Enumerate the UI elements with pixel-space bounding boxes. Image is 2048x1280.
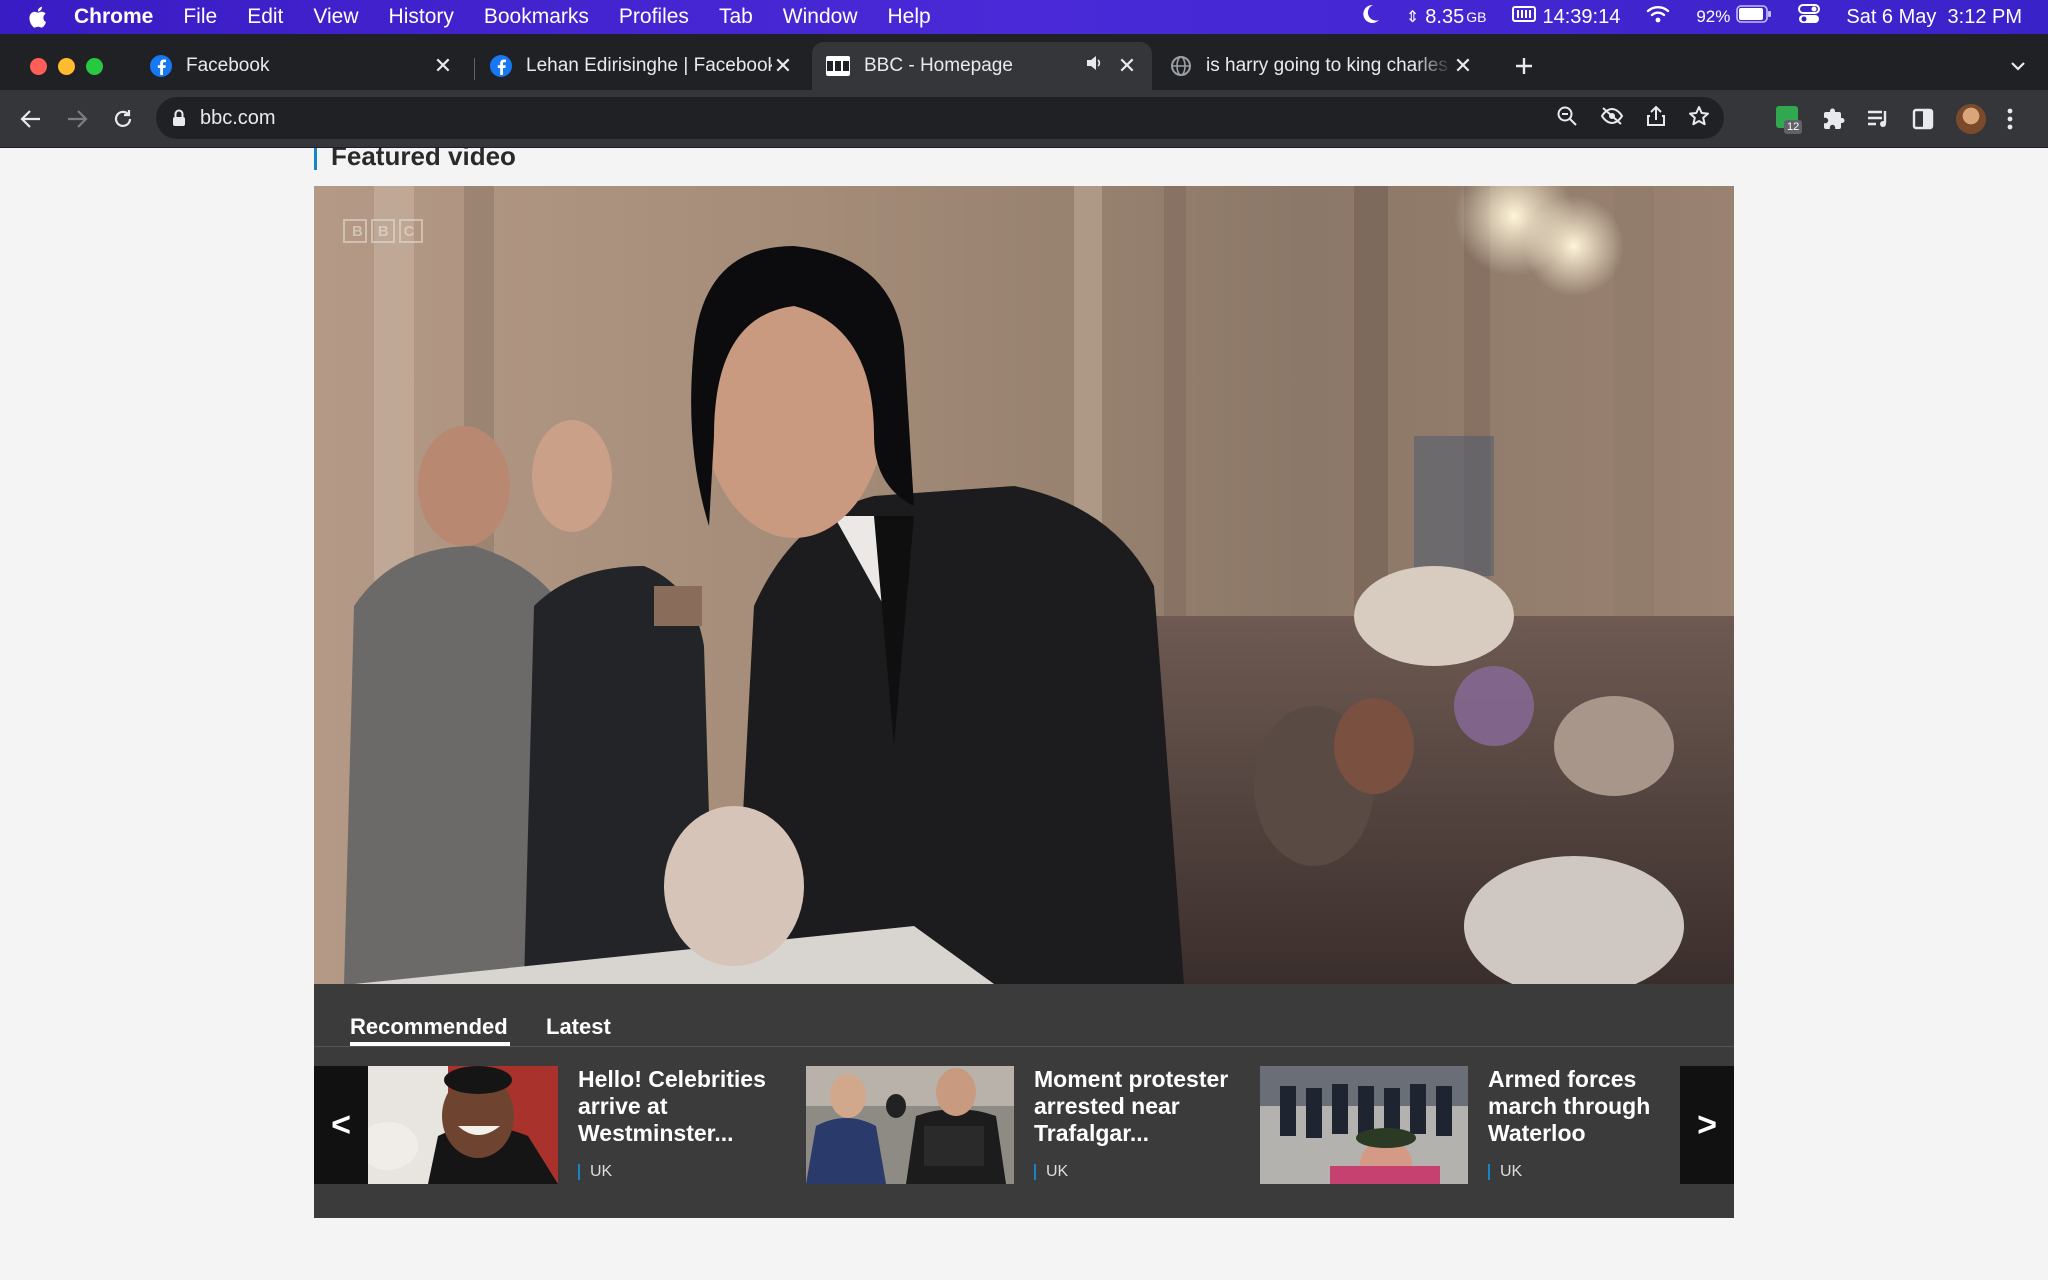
avatar[interactable] [1956,104,1986,134]
battery-icon [1736,5,1772,29]
reload-button[interactable] [104,100,142,138]
tab-title: Lehan Edirisinghe | Facebook [526,55,772,76]
card-thumbnail[interactable] [806,1066,1014,1184]
card-title[interactable]: Armed forces march through Waterloo [1488,1066,1688,1147]
extension-green-icon[interactable]: 12 [1776,106,1803,134]
card-title[interactable]: Moment protester arrested near Trafalgar… [1034,1066,1234,1147]
menu-view[interactable]: View [313,5,358,29]
chrome-tab-strip: Facebook ✕ Lehan Edirisinghe | Facebook … [0,34,2048,90]
tab-bbc-homepage[interactable]: BBC - Homepage ✕ [812,42,1152,90]
close-tab-icon[interactable]: ✕ [432,53,454,79]
bbc-page: Featured video BBC Recommended Latest < … [0,148,2048,1280]
minimize-window-button[interactable] [58,58,75,75]
menu-edit[interactable]: Edit [247,5,283,29]
cpu-stat[interactable]: 14:39:14 [1512,5,1620,29]
battery-stat[interactable]: 92% [1696,5,1772,29]
menu-history[interactable]: History [389,5,454,29]
apple-menu-icon[interactable] [0,5,74,29]
tab-title: Facebook [186,55,270,76]
speaker-icon[interactable] [1086,55,1104,77]
facebook-icon [490,55,512,77]
media-queue-icon[interactable] [1866,108,1890,135]
close-window-button[interactable] [30,58,47,75]
video-watermark: BBC [344,220,422,242]
lock-icon[interactable] [172,109,186,127]
card-thumbnail[interactable] [368,1066,558,1184]
share-icon[interactable] [1646,105,1666,132]
chevron-right-icon: > [1697,1105,1717,1144]
new-tab-button[interactable] [1508,50,1540,82]
moon-icon[interactable] [1360,3,1380,31]
control-center-icon[interactable] [1798,4,1821,30]
tab-lehan-facebook[interactable]: Lehan Edirisinghe | Facebook ✕ [476,42,808,90]
card-tag[interactable]: UK [1488,1164,1522,1180]
tab-recommended[interactable]: Recommended [350,1014,508,1040]
close-tab-icon[interactable]: ✕ [1116,53,1138,79]
wifi-icon[interactable] [1646,5,1670,29]
close-tab-icon[interactable]: ✕ [1452,53,1474,79]
tab-latest[interactable]: Latest [546,1014,611,1040]
bbc-icon [826,56,850,76]
tab-divider [474,58,475,80]
menubar-datetime[interactable]: Sat 6 May 3:12 PM [1846,6,2022,29]
card-thumbnail[interactable] [1260,1066,1468,1184]
menu-window[interactable]: Window [783,5,858,29]
menu-tab[interactable]: Tab [719,5,753,29]
watermark-text: BBC [352,222,430,240]
panel-divider [314,1046,1734,1047]
chevron-left-icon: < [331,1105,351,1144]
menu-bookmarks[interactable]: Bookmarks [484,5,589,29]
tab-facebook[interactable]: Facebook ✕ [136,42,468,90]
side-panel-icon[interactable] [1912,108,1934,135]
tab-title: BBC - Homepage [864,55,1013,76]
forward-button[interactable] [58,100,96,138]
battery-percent: 92% [1696,7,1731,26]
tab-harry-search[interactable]: is harry going to king charles c ✕ [1156,42,1488,90]
memory-value: 8.35 [1425,5,1465,28]
url-text[interactable]: bbc.com [200,107,276,130]
menu-help[interactable]: Help [888,5,931,29]
clock-stat-value: 14:39:14 [1542,5,1621,28]
featured-video-player[interactable]: BBC [314,186,1734,984]
section-title: Featured video [314,148,516,170]
maximize-window-button[interactable] [86,58,103,75]
menu-profiles[interactable]: Profiles [619,5,689,29]
memory-unit: GB [1466,9,1487,25]
back-button[interactable] [12,100,50,138]
next-arrow-button[interactable]: > [1680,1066,1734,1184]
card-title[interactable]: Hello! Celebrities arrive at Westminster… [578,1066,778,1147]
tab-search-chevron-icon[interactable] [2004,52,2032,80]
card-tag[interactable]: UK [578,1164,612,1180]
card-tag[interactable]: UK [1034,1164,1068,1180]
memory-stat[interactable]: ⇕ 8.35 GB [1406,6,1487,29]
video-playlist-panel: Recommended Latest < Hello! Celebrities … [314,984,1734,1218]
kebab-menu-icon[interactable] [2006,106,2014,137]
zoom-icon[interactable] [1556,105,1578,132]
memory-chip-icon [1512,5,1537,29]
puzzle-extensions-icon[interactable] [1822,107,1846,136]
bookmark-star-icon[interactable] [1688,105,1710,132]
extension-badge: 12 [1784,120,1803,134]
close-tab-icon[interactable]: ✕ [772,53,794,79]
prev-arrow-button[interactable]: < [314,1066,368,1184]
video-frame-illustration [314,186,1734,984]
menu-app-name[interactable]: Chrome [74,5,153,29]
facebook-icon [150,55,172,77]
menu-file[interactable]: File [183,5,217,29]
globe-icon [1170,55,1192,77]
address-bar[interactable]: bbc.com [156,97,1724,139]
chrome-toolbar: bbc.com 12 [0,90,2048,148]
updown-arrows-icon: ⇕ [1405,9,1420,26]
macos-menu-bar: Chrome File Edit View History Bookmarks … [0,0,2048,34]
eye-off-icon[interactable] [1600,106,1624,131]
tab-title: is harry going to king charles c [1206,55,1452,76]
